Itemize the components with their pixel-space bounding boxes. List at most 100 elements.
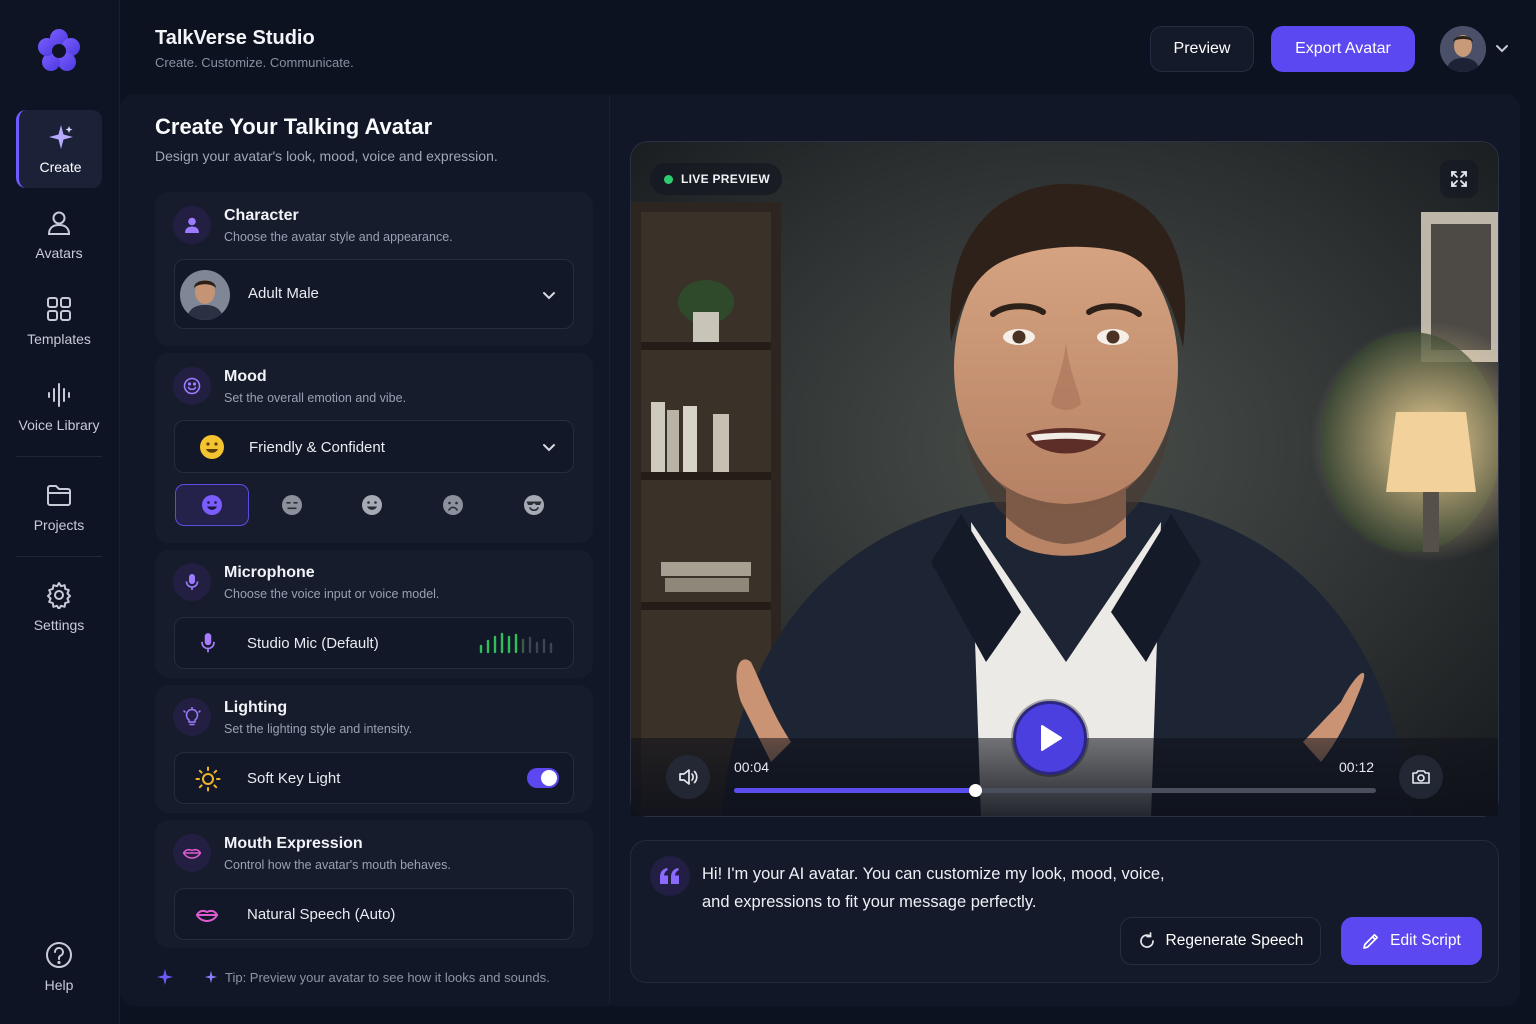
lighting-title: Lighting bbox=[224, 699, 288, 716]
progress-bar[interactable] bbox=[734, 784, 1376, 797]
progress-handle[interactable] bbox=[968, 784, 982, 797]
lightbulb-icon bbox=[183, 707, 201, 726]
sidebar-item-label: Voice Library bbox=[18, 417, 100, 433]
smiley-icon bbox=[183, 377, 201, 395]
panel-divider bbox=[609, 96, 610, 1004]
user-avatar[interactable] bbox=[1440, 26, 1486, 72]
mood-selected-value: Friendly & Confident bbox=[249, 439, 385, 456]
refresh-icon bbox=[1139, 932, 1154, 948]
microphone-icon bbox=[201, 633, 215, 653]
pencil-icon bbox=[1363, 933, 1379, 949]
character-select[interactable]: Adult Male bbox=[174, 259, 574, 329]
preview-button[interactable]: Preview bbox=[1150, 26, 1254, 72]
progress-fill bbox=[734, 788, 975, 793]
cool-face-icon bbox=[524, 495, 544, 515]
mouth-card-icon bbox=[173, 834, 211, 872]
play-button[interactable] bbox=[1013, 701, 1087, 775]
app-logo-icon[interactable] bbox=[36, 28, 82, 74]
sidebar-item-label: Settings bbox=[33, 617, 85, 633]
help-icon bbox=[46, 942, 72, 968]
sidebar-item-label: Help bbox=[44, 977, 74, 993]
character-selected-value: Adult Male bbox=[248, 285, 319, 302]
app-title: TalkVerse Studio bbox=[155, 27, 315, 49]
sidebar-item-templates[interactable]: Templates bbox=[16, 282, 102, 360]
mood-option-cool[interactable] bbox=[497, 484, 571, 526]
live-preview-badge: LIVE PREVIEW bbox=[650, 163, 782, 195]
sidebar-divider bbox=[16, 456, 102, 457]
mood-title: Mood bbox=[224, 368, 267, 385]
mood-option-neutral[interactable] bbox=[255, 484, 329, 526]
lighting-toggle[interactable] bbox=[527, 768, 559, 788]
script-text-line-2: and expressions to fit your message perf… bbox=[702, 893, 1037, 911]
person-icon bbox=[185, 217, 199, 233]
character-card-icon bbox=[173, 206, 211, 244]
neutral-face-icon bbox=[282, 495, 302, 515]
sidebar-item-help[interactable]: Help bbox=[16, 928, 102, 1006]
microphone-selected-value: Studio Mic (Default) bbox=[247, 635, 379, 652]
chevron-down-icon[interactable] bbox=[1494, 40, 1510, 56]
mouth-title: Mouth Expression bbox=[224, 835, 363, 852]
character-portrait-icon bbox=[180, 270, 230, 320]
script-text-line-1: Hi! I'm your AI avatar. You can customiz… bbox=[702, 865, 1165, 883]
user-avatar-portrait-icon bbox=[1440, 26, 1486, 72]
quote-icon bbox=[650, 856, 690, 896]
gear-icon bbox=[47, 582, 71, 609]
mood-description: Set the overall emotion and vibe. bbox=[224, 391, 407, 405]
microphone-icon bbox=[185, 574, 199, 590]
user-icon bbox=[47, 211, 71, 235]
camera-icon bbox=[1412, 770, 1430, 784]
mouth-description: Control how the avatar's mouth behaves. bbox=[224, 858, 451, 872]
volume-icon bbox=[679, 769, 698, 785]
total-time: 00:12 bbox=[1339, 759, 1375, 775]
sparkle-icon bbox=[204, 970, 218, 984]
lighting-description: Set the lighting style and intensity. bbox=[224, 722, 413, 736]
sparkle-icon bbox=[157, 969, 173, 985]
sidebar-item-create[interactable]: Create bbox=[16, 110, 102, 188]
sidebar-divider bbox=[16, 556, 102, 557]
current-time: 00:04 bbox=[734, 759, 770, 775]
grid-icon bbox=[47, 297, 71, 321]
sidebar-item-label: Create bbox=[39, 159, 82, 175]
mouth-select[interactable]: Natural Speech (Auto) bbox=[174, 888, 574, 940]
fullscreen-button[interactable] bbox=[1440, 160, 1478, 198]
mood-option-sad[interactable] bbox=[416, 484, 490, 526]
microphone-card-icon bbox=[173, 563, 211, 601]
regenerate-speech-label: Regenerate Speech bbox=[1165, 932, 1304, 949]
sidebar-item-label: Avatars bbox=[35, 245, 83, 261]
sidebar-item-projects[interactable]: Projects bbox=[16, 468, 102, 546]
microphone-select[interactable]: Studio Mic (Default) bbox=[174, 617, 574, 669]
quote-mark-icon bbox=[660, 868, 679, 884]
toggle-knob bbox=[541, 770, 557, 786]
mood-card-icon bbox=[173, 367, 211, 405]
audio-level-meter bbox=[479, 632, 553, 654]
sidebar-item-settings[interactable]: Settings bbox=[16, 568, 102, 646]
sidebar: Create Avatars Templates Voice Library P… bbox=[0, 0, 120, 1024]
volume-button[interactable] bbox=[666, 755, 710, 799]
export-avatar-button[interactable]: Export Avatar bbox=[1271, 26, 1415, 72]
tip-text: Tip: Preview your avatar to see how it l… bbox=[225, 970, 550, 985]
speech-waveform-icon bbox=[473, 900, 557, 930]
regenerate-speech-button[interactable]: Regenerate Speech bbox=[1120, 917, 1321, 965]
character-title: Character bbox=[224, 207, 299, 224]
mouth-selected-value: Natural Speech (Auto) bbox=[247, 906, 396, 923]
screenshot-button[interactable] bbox=[1399, 755, 1443, 799]
edit-script-button[interactable]: Edit Script bbox=[1341, 917, 1482, 965]
folder-icon bbox=[47, 485, 71, 506]
lips-icon bbox=[182, 848, 202, 859]
sidebar-item-label: Templates bbox=[27, 331, 91, 347]
play-icon bbox=[1041, 725, 1062, 751]
chevron-down-icon bbox=[543, 292, 555, 300]
sidebar-item-label: Projects bbox=[33, 517, 85, 533]
page-title: Create Your Talking Avatar bbox=[155, 114, 433, 139]
mood-option-happy[interactable] bbox=[175, 484, 249, 526]
lighting-card-icon bbox=[173, 698, 211, 736]
mood-select[interactable]: Friendly & Confident bbox=[174, 420, 574, 473]
lips-icon bbox=[195, 909, 219, 922]
microphone-description: Choose the voice input or voice model. bbox=[224, 587, 440, 601]
sidebar-item-avatars[interactable]: Avatars bbox=[16, 196, 102, 274]
sidebar-item-voice-library[interactable]: Voice Library bbox=[16, 368, 102, 446]
chevron-down-icon bbox=[543, 444, 555, 452]
live-indicator-dot bbox=[664, 174, 673, 184]
lighting-select[interactable]: Soft Key Light bbox=[174, 752, 574, 804]
mood-option-smile[interactable] bbox=[335, 484, 409, 526]
